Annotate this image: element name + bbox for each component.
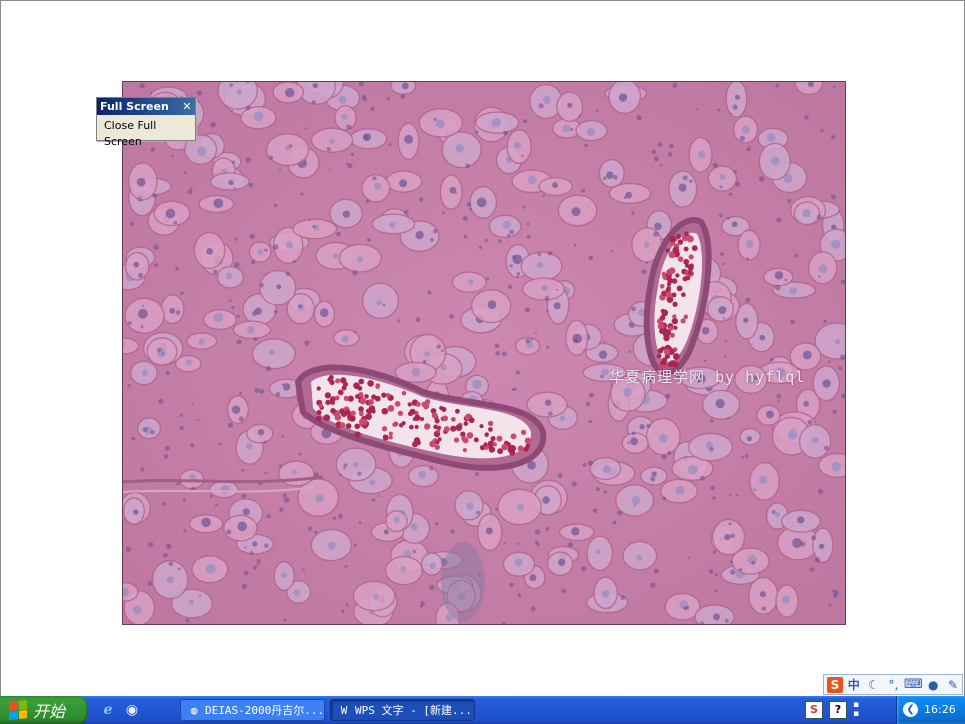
- image-viewer: 华夏病理学网 by hyflql Full Screen ✕ Close Ful…: [0, 0, 965, 697]
- windows-logo-icon: [9, 700, 27, 720]
- half-width-moon-icon[interactable]: ☾: [865, 676, 883, 693]
- media-player-icon[interactable]: ◉: [122, 700, 142, 720]
- help-icon[interactable]: ?: [829, 701, 847, 719]
- show-hidden-icons-icon[interactable]: ❮: [903, 702, 918, 717]
- fullscreen-toolbar-titlebar[interactable]: Full Screen ✕: [97, 98, 195, 115]
- taskbar-button-label: WPS 文字 - [新建...: [355, 704, 472, 717]
- histology-slide-image: 华夏病理学网 by hyflql: [122, 81, 846, 625]
- network-icon[interactable]: ▪ ▪: [853, 701, 865, 719]
- sogou-tray-icon[interactable]: S: [805, 701, 823, 719]
- taskbar-button-deias[interactable]: ◍ DEIAS-2000丹吉尔...: [180, 699, 325, 721]
- tissue-illustration: [123, 82, 845, 624]
- fullscreen-toolbar-title: Full Screen: [100, 100, 169, 113]
- start-label: 开始: [33, 702, 66, 721]
- system-tray: ❮ 16:26: [896, 696, 965, 724]
- start-button[interactable]: 开始: [0, 696, 88, 724]
- wps-writer-icon: W: [340, 704, 348, 717]
- ime-language-bar: S 中 ☾ °, ⌨ ● ✎: [823, 674, 963, 695]
- internet-explorer-icon[interactable]: e: [98, 700, 118, 720]
- close-full-screen-button[interactable]: Close Full Screen: [101, 118, 195, 150]
- fullscreen-toolbar: Full Screen ✕ Close Full Screen: [96, 97, 196, 148]
- close-icon[interactable]: ✕: [181, 98, 193, 115]
- soft-keyboard-icon[interactable]: ⌨: [904, 676, 923, 693]
- punctuation-icon[interactable]: °,: [885, 676, 903, 693]
- user-icon[interactable]: ●: [924, 676, 942, 693]
- tray-icons-extra: S ? ▪ ▪: [805, 701, 865, 719]
- quick-launch: e ◉: [98, 700, 142, 720]
- taskbar-button-label: DEIAS-2000丹吉尔...: [205, 704, 325, 717]
- sogou-logo-icon[interactable]: S: [827, 676, 843, 693]
- taskbar: 开始 e ◉ ◍ DEIAS-2000丹吉尔... W WPS 文字 - [新建..…: [0, 696, 965, 724]
- watermark-text: 华夏病理学网 by hyflql: [609, 368, 806, 386]
- clock[interactable]: 16:26: [924, 696, 956, 724]
- taskbar-button-wps[interactable]: W WPS 文字 - [新建...: [330, 699, 475, 721]
- settings-wrench-icon[interactable]: ✎: [944, 676, 962, 693]
- app-globe-icon: ◍: [190, 704, 198, 717]
- chinese-mode-icon[interactable]: 中: [845, 676, 863, 693]
